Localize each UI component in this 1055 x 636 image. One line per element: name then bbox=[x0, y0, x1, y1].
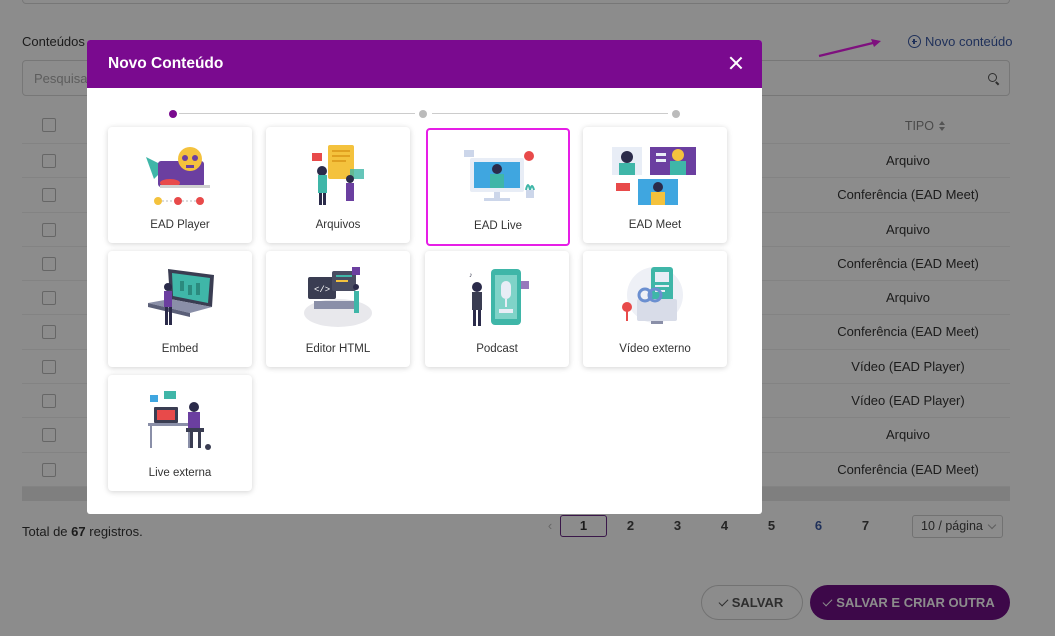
content-type-card-live-externa[interactable]: Live externa bbox=[108, 375, 252, 491]
new-content-modal: Novo Conteúdo EAD Player Arquivos EAD Li… bbox=[87, 40, 762, 514]
content-type-card-podcast[interactable]: ♪ Podcast bbox=[425, 251, 569, 367]
laptop-embed-icon bbox=[108, 263, 252, 333]
step-3-dot bbox=[672, 110, 680, 118]
modal-header: Novo Conteúdo bbox=[87, 40, 762, 88]
step-indicator bbox=[169, 108, 684, 120]
card-label: Vídeo externo bbox=[619, 343, 691, 355]
card-label: Embed bbox=[161, 343, 199, 355]
step-connector bbox=[432, 113, 668, 114]
html-editor-icon: </> bbox=[266, 263, 410, 333]
content-type-card-embed[interactable]: Embed bbox=[108, 251, 252, 367]
card-label: Live externa bbox=[148, 467, 212, 479]
content-type-card-editor-html[interactable]: </> Editor HTML bbox=[266, 251, 410, 367]
modal-title: Novo Conteúdo bbox=[108, 55, 224, 72]
card-label: EAD Live bbox=[474, 220, 522, 232]
content-type-card-video-externo[interactable]: Vídeo externo bbox=[583, 251, 727, 367]
content-type-card-ead-meet[interactable]: EAD Meet bbox=[583, 127, 727, 243]
close-icon[interactable] bbox=[729, 56, 743, 70]
svg-text:♪: ♪ bbox=[469, 272, 473, 279]
files-icon bbox=[266, 139, 410, 209]
card-label: EAD Player bbox=[150, 219, 210, 231]
step-connector bbox=[179, 113, 415, 114]
step-2-dot bbox=[419, 110, 427, 118]
card-label: Podcast bbox=[476, 343, 518, 355]
svg-text:</>: </> bbox=[314, 285, 330, 295]
card-label: Editor HTML bbox=[305, 343, 371, 355]
live-stream-icon bbox=[428, 142, 568, 212]
podcast-microphone-icon: ♪ bbox=[425, 263, 569, 333]
skull-player-icon bbox=[108, 139, 252, 209]
content-type-card-ead-live[interactable]: EAD Live bbox=[426, 128, 570, 246]
card-label: Arquivos bbox=[315, 219, 361, 231]
card-label: EAD Meet bbox=[628, 219, 682, 231]
external-video-icon bbox=[583, 263, 727, 333]
content-type-card-arquivos[interactable]: Arquivos bbox=[266, 127, 410, 243]
video-meeting-icon bbox=[583, 139, 727, 209]
external-live-icon bbox=[108, 387, 252, 457]
content-type-card-ead-player[interactable]: EAD Player bbox=[108, 127, 252, 243]
step-1-dot bbox=[169, 110, 177, 118]
